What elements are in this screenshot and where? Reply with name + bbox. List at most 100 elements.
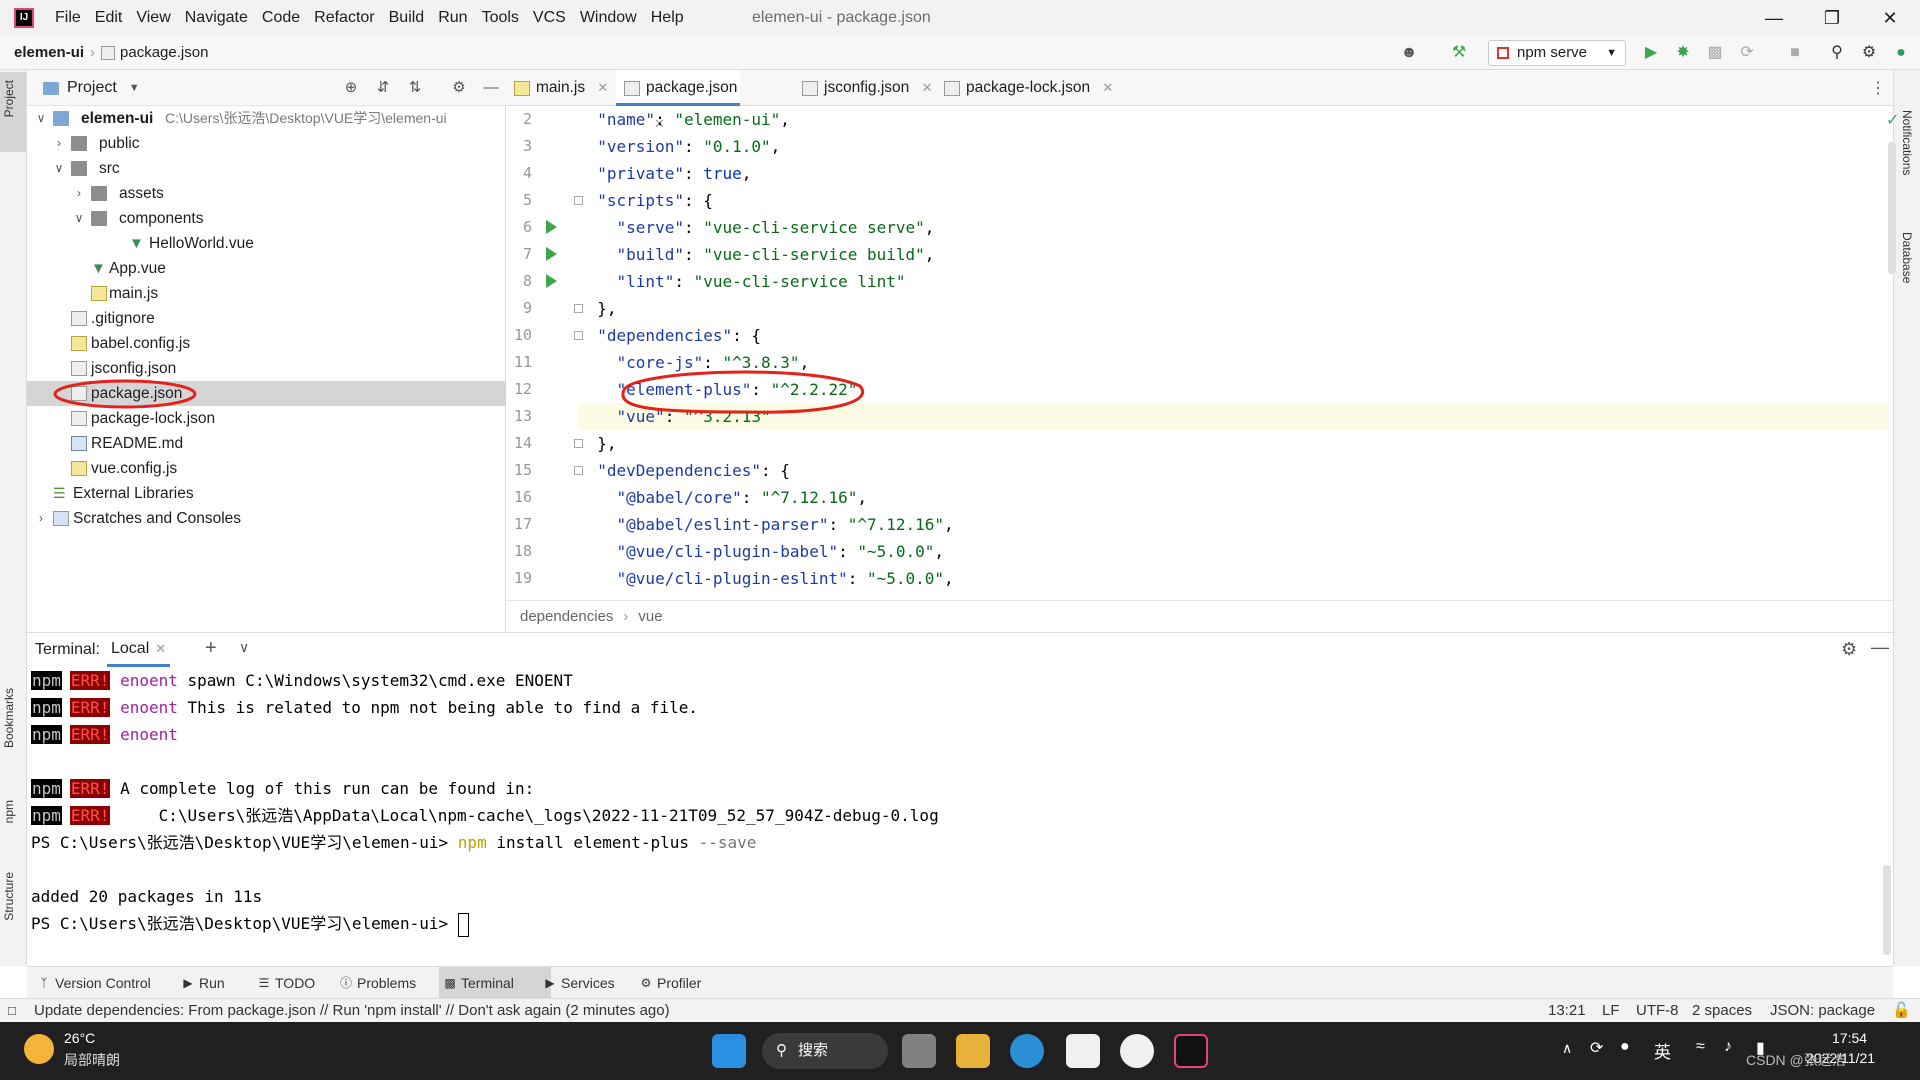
caret-position[interactable]: 13:21 — [1548, 999, 1586, 1023]
tree-item-public[interactable]: › public — [27, 131, 506, 156]
project-strip-button[interactable]: Project — [2, 80, 16, 117]
run-icon[interactable]: ▶ — [1640, 42, 1662, 64]
edge-browser-icon[interactable] — [1010, 1034, 1044, 1068]
tab-package-lock[interactable]: package-lock.json ✕ — [936, 70, 1113, 106]
tree-item-readme[interactable]: README.md — [27, 431, 506, 456]
toolwin-problems[interactable]: ⓘ Problems — [335, 967, 416, 999]
tree-item-helloworld[interactable]: ▼ HelloWorld.vue — [27, 231, 506, 256]
project-view-selector[interactable]: Project ▼ — [43, 70, 140, 106]
weather-icon[interactable] — [24, 1034, 54, 1064]
run-script-icon[interactable] — [546, 247, 557, 261]
gear-icon[interactable]: ⚙ — [1841, 639, 1857, 660]
indent-setting[interactable]: 2 spaces — [1692, 999, 1752, 1023]
weather-desc[interactable]: 局部晴朗 — [64, 1050, 120, 1070]
close-icon[interactable]: ✕ — [1862, 0, 1918, 36]
menu-edit[interactable]: Edit — [88, 0, 130, 36]
hide-icon[interactable]: — — [1871, 637, 1889, 658]
tree-item-babel-config[interactable]: babel.config.js — [27, 331, 506, 356]
gear-icon[interactable]: ⚙ — [1858, 42, 1880, 64]
chevron-down-icon[interactable]: ∨ — [239, 639, 249, 656]
status-message[interactable]: Update dependencies: From package.json /… — [34, 999, 670, 1023]
menu-refactor[interactable]: Refactor — [307, 0, 381, 36]
terminal-tab-local[interactable]: Local ✕ — [107, 633, 171, 667]
toolwin-version-control[interactable]: ᛉ Version Control — [33, 967, 150, 999]
toolwin-profiler[interactable]: ⚙ Profiler — [635, 967, 702, 999]
jetbrains-icon[interactable]: ● — [1890, 42, 1912, 64]
volume-icon[interactable]: ♪ — [1724, 1038, 1732, 1056]
file-type[interactable]: JSON: package — [1770, 999, 1875, 1023]
scrollbar-thumb[interactable] — [1888, 142, 1896, 274]
code-view[interactable]: "name": "elemen-ui", "version": "0.1.0",… — [578, 106, 1899, 596]
weather-temp[interactable]: 26°C — [64, 1030, 95, 1046]
tab-package-json[interactable]: package.json ✕ — [616, 70, 740, 131]
chevron-right-icon[interactable]: › — [53, 131, 65, 156]
tab-jsconfig[interactable]: jsconfig.json ✕ — [794, 70, 933, 106]
chevron-right-icon[interactable]: › — [35, 506, 47, 531]
run-config-select[interactable]: npm serve ▼ — [1488, 40, 1626, 66]
tree-item-app-vue[interactable]: ▼ App.vue — [27, 256, 506, 281]
clock-time[interactable]: 17:54 — [1832, 1030, 1867, 1046]
tree-item-gitignore[interactable]: .gitignore — [27, 306, 506, 331]
menu-code[interactable]: Code — [255, 0, 307, 36]
tree-item-components[interactable]: ∨ components — [27, 206, 506, 231]
stop-icon[interactable]: ■ — [1784, 42, 1806, 64]
menu-navigate[interactable]: Navigate — [178, 0, 255, 36]
toolwin-run[interactable]: ▶ Run — [177, 967, 224, 999]
toolwin-terminal[interactable]: ▩ Terminal — [439, 967, 551, 999]
breadcrumb-dependencies[interactable]: dependencies — [520, 601, 613, 633]
app-icon[interactable] — [1120, 1034, 1154, 1068]
tree-item-package-json[interactable]: package.json — [27, 379, 506, 409]
new-tab-icon[interactable]: + — [205, 637, 217, 660]
close-icon[interactable]: ✕ — [597, 80, 608, 95]
npm-strip-button[interactable]: npm — [2, 800, 16, 823]
store-icon[interactable] — [1066, 1034, 1100, 1068]
chevron-down-icon[interactable]: ∨ — [73, 206, 85, 231]
file-explorer-icon[interactable] — [956, 1034, 990, 1068]
menu-window[interactable]: Window — [573, 0, 644, 36]
breadcrumb-project[interactable]: elemen-ui — [14, 36, 84, 70]
toolwin-todo[interactable]: ☰ TODO — [253, 967, 316, 999]
wifi-icon[interactable]: ≈ — [1696, 1038, 1705, 1056]
tree-item-main-js[interactable]: main.js — [27, 281, 506, 306]
tree-item-package-lock[interactable]: package-lock.json — [27, 406, 506, 431]
taskbar-search[interactable]: ⚲ 搜索 — [762, 1033, 888, 1069]
menu-vcs[interactable]: VCS — [526, 0, 573, 36]
ime-indicator[interactable]: 英 — [1654, 1038, 1671, 1063]
gear-icon[interactable]: ⚙ — [449, 78, 469, 98]
database-strip-button[interactable]: Database — [1900, 232, 1914, 283]
breadcrumb-vue[interactable]: vue — [638, 601, 662, 633]
tree-item-vue-config[interactable]: vue.config.js — [27, 456, 506, 481]
menu-file[interactable]: File — [48, 0, 88, 36]
qq-icon[interactable]: ● — [1620, 1038, 1630, 1056]
coverage-icon[interactable]: ▩ — [1704, 42, 1726, 64]
run-script-icon[interactable] — [546, 274, 557, 288]
task-view-icon[interactable] — [902, 1034, 936, 1068]
menu-run[interactable]: Run — [431, 0, 474, 36]
status-toggle-icon[interactable]: □ — [8, 999, 16, 1023]
restore-icon[interactable]: ❐ — [1804, 0, 1860, 36]
lock-icon[interactable]: 🔓 — [1892, 999, 1911, 1023]
tree-item-scratches[interactable]: › Scratches and Consoles — [27, 506, 506, 531]
toolwin-services[interactable]: ▶ Services — [539, 967, 614, 999]
notifications-strip-button[interactable]: Notifications — [1900, 110, 1914, 175]
menu-help[interactable]: Help — [644, 0, 691, 36]
locate-icon[interactable]: ⊕ — [341, 78, 361, 98]
minimize-icon[interactable]: — — [1746, 0, 1802, 36]
search-icon[interactable]: ⚲ — [1826, 42, 1848, 64]
tree-item-src[interactable]: ∨ src — [27, 156, 506, 181]
run-script-icon[interactable] — [546, 220, 557, 234]
chevron-right-icon[interactable]: › — [73, 181, 85, 206]
expand-all-icon[interactable]: ⇵ — [373, 78, 393, 98]
file-encoding[interactable]: UTF-8 — [1636, 999, 1679, 1023]
menu-build[interactable]: Build — [382, 0, 432, 36]
chevron-down-icon[interactable]: ∨ — [53, 156, 65, 181]
menu-tools[interactable]: Tools — [475, 0, 526, 36]
windows-start-icon[interactable] — [712, 1034, 746, 1068]
more-tabs-icon[interactable]: ⋮ — [1870, 78, 1886, 98]
terminal-scrollbar[interactable] — [1883, 865, 1891, 955]
debug-icon[interactable]: ✸ — [1672, 42, 1694, 64]
close-icon[interactable]: ✕ — [922, 80, 933, 95]
structure-strip-button[interactable]: Structure — [2, 872, 16, 921]
line-separator[interactable]: LF — [1602, 999, 1620, 1023]
tab-main-js[interactable]: main.js ✕ — [506, 70, 608, 106]
